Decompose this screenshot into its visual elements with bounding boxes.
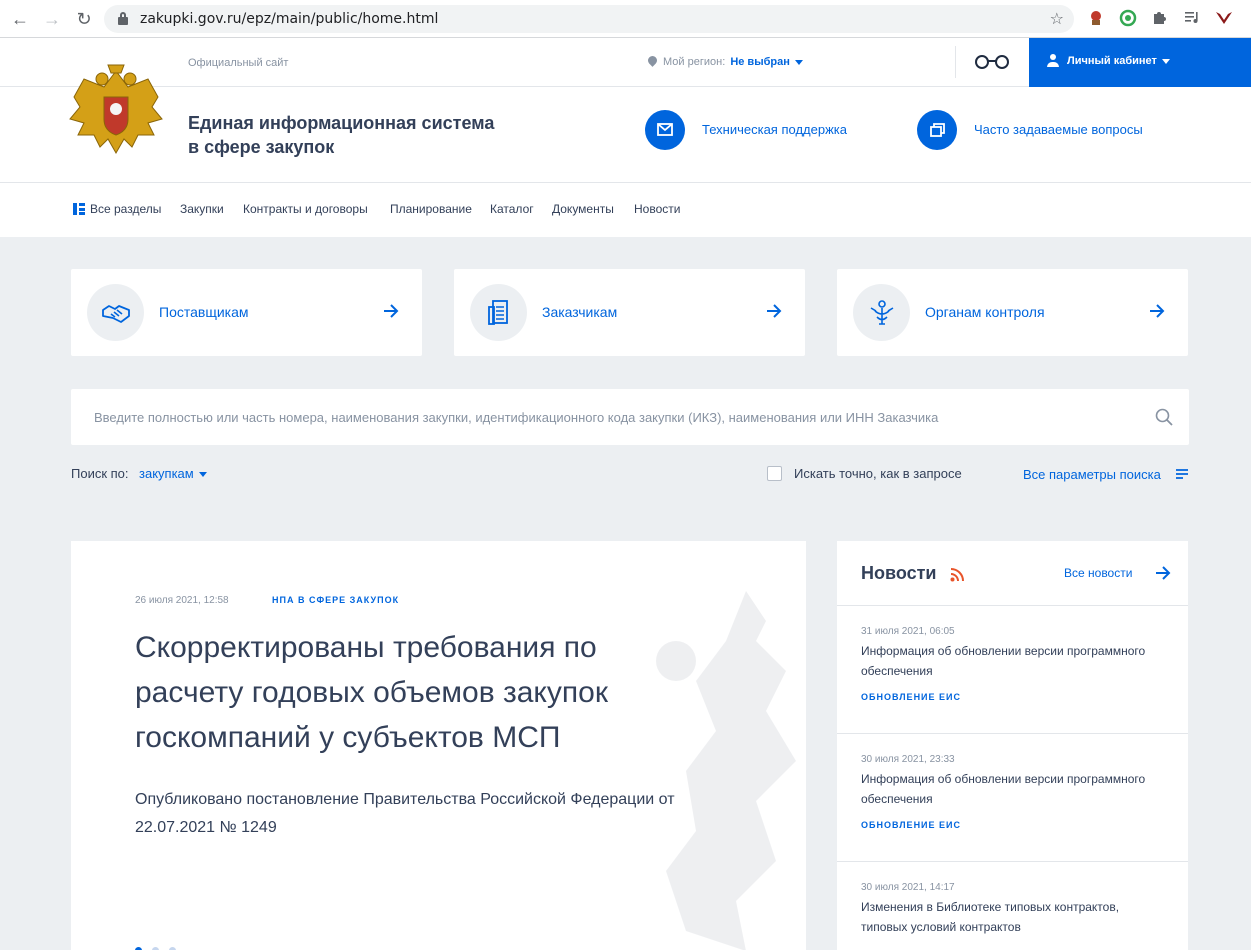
search-placeholder: Введите полностью или часть номера, наим… [94, 410, 939, 425]
emblem-icon [853, 284, 910, 341]
divider [955, 46, 956, 78]
site-title[interactable]: Единая информационная система в сфере за… [188, 111, 494, 159]
forward-arrow-icon[interactable]: → [42, 9, 62, 29]
menu-item-planning[interactable]: Планирование [390, 202, 472, 216]
url-text[interactable]: zakupki.gov.ru/epz/main/public/home.html [140, 11, 438, 27]
address-bar[interactable]: zakupki.gov.ru/epz/main/public/home.html… [104, 5, 1074, 33]
news-item-date: 30 июля 2021, 14:17 [861, 882, 955, 893]
featured-news-subtitle: Опубликовано постановление Правительства… [135, 791, 675, 836]
menu-item-documents[interactable]: Документы [552, 202, 614, 216]
featured-news-tag[interactable]: НПА В СФЕРЕ ЗАКУПОК [272, 595, 399, 605]
user-icon [1047, 54, 1059, 68]
control-bodies-card[interactable]: Органам контроля [837, 269, 1188, 356]
all-search-params-link[interactable]: Все параметры поиска [1023, 467, 1161, 482]
location-pin-icon [646, 54, 659, 67]
glasses-icon[interactable] [975, 55, 1009, 69]
news-item[interactable]: 31 июля 2021, 06:05 Информация об обновл… [837, 605, 1188, 733]
personal-cabinet-label: Личный кабинет [1067, 55, 1157, 67]
menu-item-all-sections[interactable]: Все разделы [90, 202, 161, 216]
suppliers-label: Поставщикам [159, 304, 249, 320]
puzzle-icon[interactable] [1150, 9, 1170, 29]
arrow-right-icon [384, 304, 399, 318]
customers-card[interactable]: Заказчикам [454, 269, 805, 356]
menu-item-contracts[interactable]: Контракты и договоры [243, 202, 368, 216]
news-heading: Новости [861, 563, 937, 583]
region-value[interactable]: Не выбран [730, 56, 790, 68]
chevron-down-icon [1161, 58, 1170, 64]
support-label: Техническая поддержка [702, 122, 847, 137]
menu-item-catalog[interactable]: Каталог [490, 202, 534, 216]
grid-icon [73, 203, 85, 215]
news-item-date: 31 июля 2021, 06:05 [861, 626, 955, 637]
news-item-date: 30 июля 2021, 23:33 [861, 754, 955, 765]
personal-cabinet-button[interactable]: Личный кабинет [1029, 38, 1251, 87]
news-item-category[interactable]: ОБНОВЛЕНИЕ ЕИС [861, 820, 961, 830]
back-arrow-icon[interactable]: ← [10, 9, 30, 29]
official-site-label: Официальный сайт [188, 57, 289, 69]
control-bodies-label: Органам контроля [925, 304, 1045, 320]
chevron-down-icon [794, 59, 803, 65]
menu-item-news[interactable]: Новости [634, 202, 680, 216]
site-title-line: в сфере закупок [188, 137, 335, 157]
exact-search-checkbox[interactable] [767, 466, 782, 481]
filter-icon[interactable] [1176, 469, 1188, 481]
arrow-right-icon[interactable] [1154, 564, 1172, 582]
extension-icon[interactable] [1086, 9, 1106, 29]
search-by-value: закупкам [139, 466, 194, 481]
news-item[interactable]: 30 июля 2021, 14:17 Изменения в Библиоте… [837, 861, 1188, 950]
browser-toolbar: ← → ↻ zakupki.gov.ru/epz/main/public/hom… [0, 0, 1251, 38]
rss-icon[interactable] [950, 568, 964, 582]
site-title-line: Единая информационная система [188, 113, 495, 133]
region-label: Мой регион: [663, 56, 726, 68]
all-news-link[interactable]: Все новости [1064, 566, 1132, 580]
news-item-title[interactable]: Информация об обновлении версии программ… [861, 641, 1161, 681]
extension-icon[interactable] [1118, 9, 1138, 29]
document-icon [470, 284, 527, 341]
search-by-label: Поиск по: [71, 466, 129, 481]
support-link[interactable]: Техническая поддержка [645, 110, 865, 150]
menu-item-purchases[interactable]: Закупки [180, 202, 224, 216]
news-panel: Новости Все новости 31 июля 2021, 06:05 … [837, 541, 1188, 950]
star-icon[interactable]: ☆ [1050, 9, 1064, 29]
windows-icon [917, 110, 957, 150]
exact-search-label[interactable]: Искать точно, как в запросе [794, 466, 962, 481]
faq-label: Часто задаваемые вопросы [974, 122, 1143, 137]
site-header: Единая информационная система в сфере за… [0, 64, 1251, 183]
news-item-title[interactable]: Изменения в Библиотеке типовых контракто… [861, 897, 1161, 937]
featured-news-title[interactable]: Скорректированы требования по расчету го… [135, 625, 695, 760]
suppliers-card[interactable]: Поставщикам [71, 269, 422, 356]
chevron-down-icon [198, 472, 207, 478]
news-item-category[interactable]: ОБНОВЛЕНИЕ ЕИС [861, 692, 961, 702]
featured-news[interactable]: 26 июля 2021, 12:58 НПА В СФЕРЕ ЗАКУПОК … [71, 541, 806, 950]
handshake-icon [87, 284, 144, 341]
search-by-dropdown[interactable]: закупкам [139, 466, 207, 481]
search-input[interactable]: Введите полностью или часть номера, наим… [71, 389, 1189, 445]
arrow-right-icon [1150, 304, 1165, 318]
faq-link[interactable]: Часто задаваемые вопросы [917, 110, 1167, 150]
emblem-icon[interactable] [66, 57, 166, 163]
news-item-title[interactable]: Информация об обновлении версии программ… [861, 769, 1161, 809]
site-topbar: Официальный сайт Мой регион: Не выбран Л… [0, 38, 1251, 87]
lock-icon [118, 12, 128, 25]
news-item[interactable]: 30 июля 2021, 23:33 Информация об обновл… [837, 733, 1188, 861]
playlist-icon[interactable] [1182, 9, 1202, 29]
reload-icon[interactable]: ↻ [74, 9, 94, 29]
carousel-dots [135, 941, 186, 950]
customers-label: Заказчикам [542, 304, 618, 320]
arrow-right-icon [767, 304, 782, 318]
featured-news-date: 26 июля 2021, 12:58 [135, 595, 229, 606]
main-menu: Все разделы Закупки Контракты и договоры… [0, 183, 1251, 237]
region-selector[interactable]: Мой регион: Не выбран [646, 54, 803, 68]
search-icon[interactable] [1155, 408, 1173, 426]
extension-icon[interactable] [1214, 9, 1234, 29]
mail-icon [645, 110, 685, 150]
